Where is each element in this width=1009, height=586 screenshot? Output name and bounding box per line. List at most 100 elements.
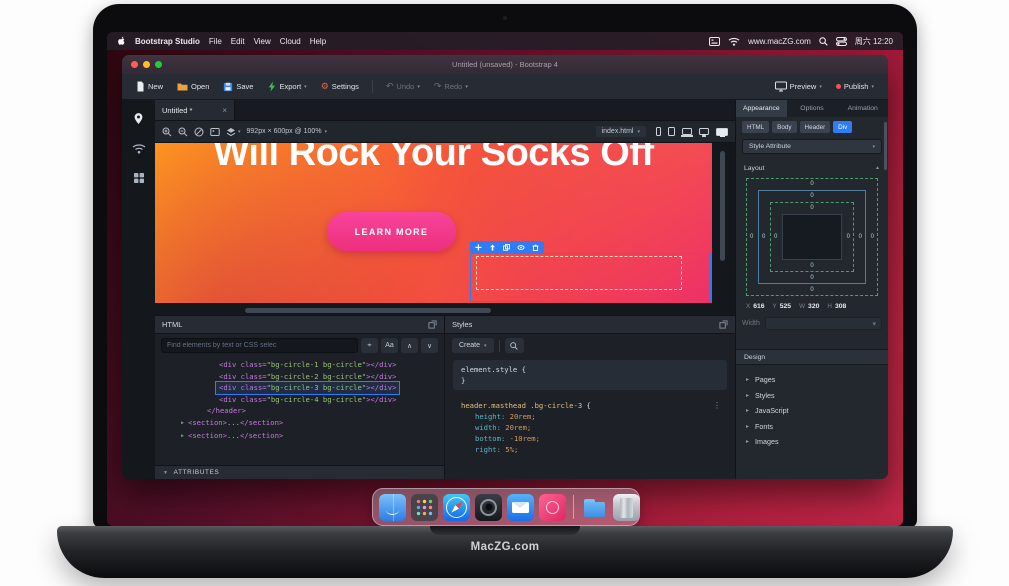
monitor-view-icon[interactable] [699, 128, 709, 135]
crumb-div[interactable]: Div [833, 121, 852, 133]
design-item-pages[interactable]: ▸Pages [736, 372, 888, 388]
photos-dock-icon[interactable] [539, 494, 566, 521]
export-button[interactable]: Export▾ [261, 78, 312, 95]
pin-icon[interactable] [132, 112, 145, 125]
wifi-icon[interactable] [728, 37, 740, 46]
desktop-view-icon[interactable] [716, 128, 728, 136]
menu-view[interactable]: View [254, 37, 271, 46]
search-styles-icon[interactable] [505, 338, 524, 353]
tab-untitled[interactable]: Untitled * × [155, 100, 235, 120]
design-section-header[interactable]: Design [736, 349, 888, 365]
design-item-javascript[interactable]: ▸JavaScript [736, 403, 888, 419]
create-style-button[interactable]: Create▾ [452, 338, 494, 353]
crumb-html[interactable]: HTML [742, 121, 769, 133]
tab-appearance[interactable]: Appearance [736, 100, 787, 117]
tab-animation[interactable]: Animation [837, 100, 888, 117]
zoom-in-icon[interactable] [162, 127, 172, 137]
tree-node[interactable]: ▶<section>...</section> [155, 430, 444, 444]
expand-icon[interactable]: ▶ [181, 418, 184, 430]
undo-button[interactable]: ↶Undo▾ [380, 79, 426, 94]
css-property[interactable]: bottom: -10rem; [461, 433, 719, 444]
move-icon[interactable] [475, 244, 482, 251]
crumb-header[interactable]: Header [800, 121, 831, 133]
control-center-icon[interactable] [836, 37, 847, 46]
css-property[interactable]: width: 20rem; [461, 422, 719, 433]
tab-options[interactable]: Options [787, 100, 838, 117]
collapse-icon[interactable]: ▲ [875, 165, 880, 171]
inspector-scrollbar[interactable] [884, 122, 887, 170]
element-style-rule[interactable]: element.style { } [453, 360, 727, 390]
trash-dock-icon[interactable] [613, 494, 640, 521]
tree-node[interactable]: <div class="bg-circle-1 bg-circle"></div… [155, 359, 444, 371]
detach-panel-icon[interactable] [428, 320, 437, 329]
input-source-icon[interactable] [709, 37, 720, 46]
new-button[interactable]: New [130, 78, 169, 95]
detach-panel-icon[interactable] [719, 320, 728, 329]
redo-button[interactable]: ↷Redo▾ [428, 79, 474, 94]
disable-overlay-icon[interactable] [194, 127, 204, 137]
tree-node[interactable]: <div class="bg-circle-2 bg-circle"></div… [155, 371, 444, 383]
find-next-icon[interactable]: ∨ [421, 338, 438, 353]
menubar-clock[interactable]: 周六 12:20 [855, 36, 893, 47]
delete-icon[interactable] [532, 244, 539, 251]
zoom-out-icon[interactable] [178, 127, 188, 137]
mail-dock-icon[interactable] [507, 494, 534, 521]
safari-dock-icon[interactable] [443, 494, 470, 521]
folder-dock-icon[interactable] [581, 494, 608, 521]
box-model[interactable]: 0 0 0 0 0 0 0 0 0 0 0 0 [746, 178, 878, 296]
tree-node[interactable]: ▶<section>...</section> [155, 417, 444, 431]
menubar-url[interactable]: www.macZG.com [748, 37, 811, 46]
css-rule[interactable]: header.masthead .bg-circle-3 {⋮ height: … [453, 400, 727, 455]
grid-icon[interactable] [133, 172, 145, 184]
canvas-vertical-scrollbar[interactable] [720, 151, 725, 261]
crumb-body[interactable]: Body [772, 121, 796, 133]
move-up-icon[interactable] [489, 244, 496, 251]
width-select[interactable]: ▾ [765, 317, 882, 330]
attributes-section[interactable]: ▼ ATTRIBUTES [155, 465, 444, 479]
pick-element-icon[interactable]: ⌖ [361, 338, 378, 353]
layers-icon[interactable]: ▾ [226, 127, 241, 137]
tree-node[interactable]: </header> [155, 405, 444, 417]
open-button[interactable]: Open [171, 79, 215, 94]
hide-icon[interactable] [517, 244, 525, 251]
match-case-button[interactable]: Aa [381, 338, 398, 353]
find-previous-icon[interactable]: ∧ [401, 338, 418, 353]
phone-view-icon[interactable] [656, 127, 661, 136]
finder-dock-icon[interactable] [379, 494, 406, 521]
settings-button[interactable]: ⚙Settings [315, 79, 365, 94]
canvas-horizontal-scrollbar[interactable] [245, 308, 491, 313]
tree-node[interactable]: <div class="bg-circle-4 bg-circle"></div… [155, 394, 444, 406]
expand-icon[interactable]: ▶ [181, 431, 184, 443]
tree-node-selected[interactable]: <div class="bg-circle-3 bg-circle"></div… [216, 382, 399, 394]
tablet-view-icon[interactable] [668, 127, 675, 136]
design-item-fonts[interactable]: ▸Fonts [736, 419, 888, 435]
apple-menu[interactable] [117, 36, 126, 47]
hero-heading[interactable]: Will Rock Your Socks Off [155, 143, 712, 175]
wifi-preview-icon[interactable] [132, 143, 146, 154]
menu-app-name[interactable]: Bootstrap Studio [135, 37, 200, 46]
publish-button[interactable]: Publish▾ [830, 79, 880, 94]
design-item-images[interactable]: ▸Images [736, 434, 888, 450]
tab-close-icon[interactable]: × [222, 106, 227, 115]
close-button[interactable] [131, 61, 138, 68]
css-property[interactable]: height: 20rem; [461, 411, 719, 422]
design-item-styles[interactable]: ▸Styles [736, 388, 888, 404]
css-property[interactable]: right: 5%; [461, 444, 719, 455]
layout-section-header[interactable]: Layout ▲ [736, 161, 888, 175]
minimize-button[interactable] [143, 61, 150, 68]
menu-file[interactable]: File [209, 37, 222, 46]
style-attribute-select[interactable]: Style Attribute ▾ [742, 139, 882, 154]
launchpad-dock-icon[interactable] [411, 494, 438, 521]
save-button[interactable]: Save [217, 79, 259, 95]
menu-edit[interactable]: Edit [231, 37, 245, 46]
preview-button[interactable]: Preview▾ [769, 78, 828, 95]
zoom-button[interactable] [155, 61, 162, 68]
frame-icon[interactable] [210, 127, 220, 137]
menu-help[interactable]: Help [310, 37, 326, 46]
camera-app-dock-icon[interactable] [475, 494, 502, 521]
search-icon[interactable] [819, 37, 828, 46]
rule-menu-icon[interactable]: ⋮ [713, 400, 721, 411]
laptop-view-icon[interactable] [682, 128, 692, 135]
page-file-select[interactable]: index.html▾ [596, 126, 646, 137]
viewport-size-select[interactable]: 992px × 600px @ 100%▾ [247, 128, 328, 135]
